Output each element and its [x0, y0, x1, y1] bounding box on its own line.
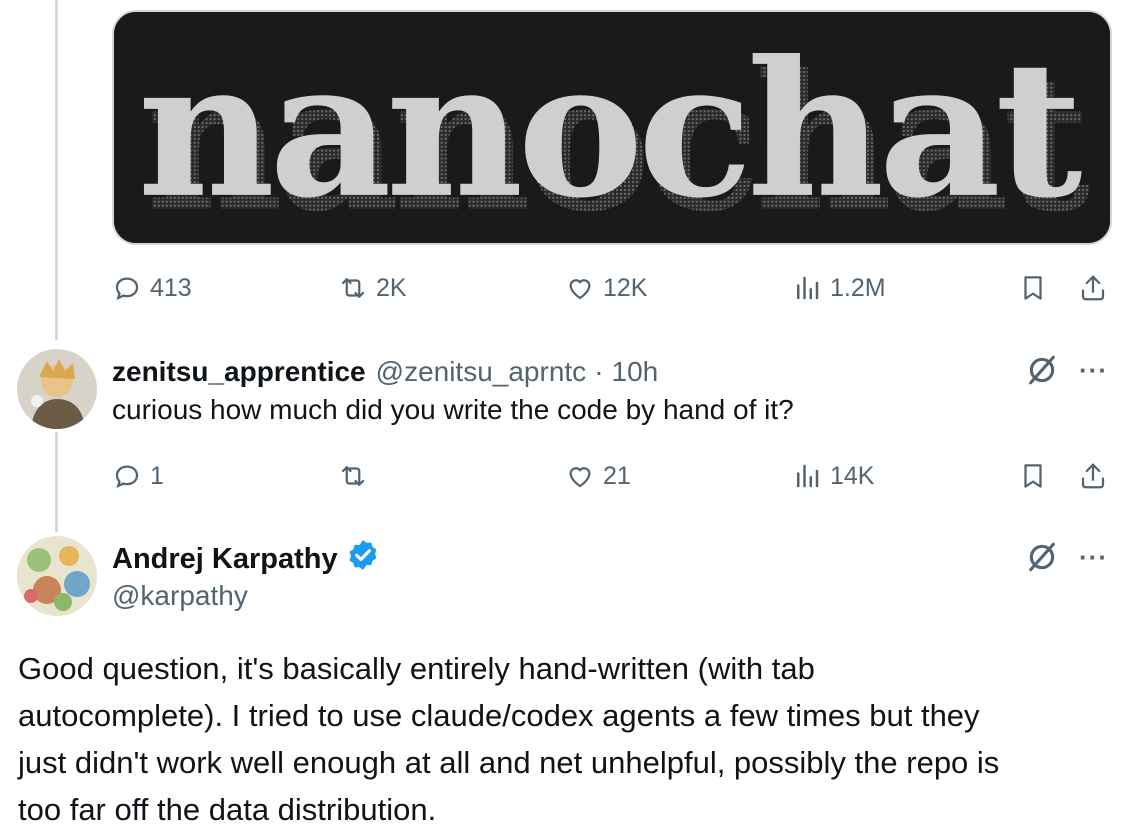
like-button[interactable]: 21: [565, 456, 631, 496]
like-icon: [565, 273, 595, 303]
share-button[interactable]: [1078, 268, 1108, 308]
reply-separator: ·: [594, 356, 604, 387]
repost-button[interactable]: [338, 456, 376, 496]
views-count: 14K: [830, 461, 875, 490]
reply-display-name[interactable]: zenitsu_apprentice: [112, 356, 366, 388]
repost-icon: [338, 273, 368, 303]
views-icon: [792, 273, 822, 303]
reply-count: 1: [150, 461, 164, 490]
avatar[interactable]: [17, 536, 97, 616]
bookmark-button[interactable]: [1018, 456, 1048, 496]
tweet-text-line: Good question, it's basically entirely h…: [18, 651, 815, 686]
reply-count: 413: [150, 273, 192, 302]
bookmark-icon: [1018, 461, 1048, 491]
reply-icon: [112, 461, 142, 491]
reply-action-bar: 1 21 14K: [0, 456, 1125, 496]
repost-count: 2K: [376, 273, 407, 302]
share-button[interactable]: [1078, 456, 1108, 496]
tweet-text-line: just didn't work well enough at all and …: [18, 745, 1000, 780]
views-icon: [792, 461, 822, 491]
author-name-row: Andrej Karpathy: [112, 538, 380, 580]
reply-top-actions: ···: [1025, 353, 1108, 387]
repost-button[interactable]: 2K: [338, 268, 407, 308]
tweet-media-image[interactable]: nanochat nanochat: [112, 10, 1112, 245]
reply-text: curious how much did you write the code …: [112, 394, 794, 425]
reply-button[interactable]: 413: [112, 268, 192, 308]
like-count: 12K: [603, 273, 648, 302]
tweet-text-line: autocomplete). I tried to use claude/cod…: [18, 698, 980, 733]
verified-badge-icon[interactable]: [346, 538, 380, 580]
share-icon: [1078, 461, 1108, 491]
author-display-name[interactable]: Andrej Karpathy: [112, 543, 338, 576]
reply-icon: [112, 273, 142, 303]
more-icon[interactable]: ···: [1079, 542, 1108, 573]
reply-timestamp[interactable]: 10h: [612, 356, 659, 388]
like-button[interactable]: 12K: [565, 268, 647, 308]
reply-button[interactable]: 1: [112, 456, 164, 496]
like-count: 21: [603, 461, 631, 490]
views-button[interactable]: 1.2M: [792, 268, 886, 308]
reply-handle[interactable]: @zenitsu_aprntc: [376, 356, 587, 388]
views-button[interactable]: 14K: [792, 456, 874, 496]
tweet-text-line: too far off the data distribution.: [18, 792, 437, 827]
more-icon[interactable]: ···: [1079, 355, 1108, 386]
avatar[interactable]: [17, 349, 97, 429]
views-count: 1.2M: [830, 273, 886, 302]
author-handle[interactable]: @karpathy: [112, 580, 248, 612]
author-tweet-body: Good question, it's basically entirely h…: [18, 645, 1113, 827]
grok-icon[interactable]: [1025, 353, 1059, 387]
like-icon: [565, 461, 595, 491]
reply-header: zenitsu_apprentice @zenitsu_aprntc · 10h: [112, 352, 658, 392]
media-title: nanochat: [138, 20, 1082, 240]
bookmark-icon: [1018, 273, 1048, 303]
author-top-actions: ···: [1025, 540, 1108, 574]
grok-icon[interactable]: [1025, 540, 1059, 574]
repost-icon: [338, 461, 368, 491]
share-icon: [1078, 273, 1108, 303]
bookmark-button[interactable]: [1018, 268, 1048, 308]
tweet-action-bar: 413 2K 12K 1.2M: [0, 268, 1125, 308]
